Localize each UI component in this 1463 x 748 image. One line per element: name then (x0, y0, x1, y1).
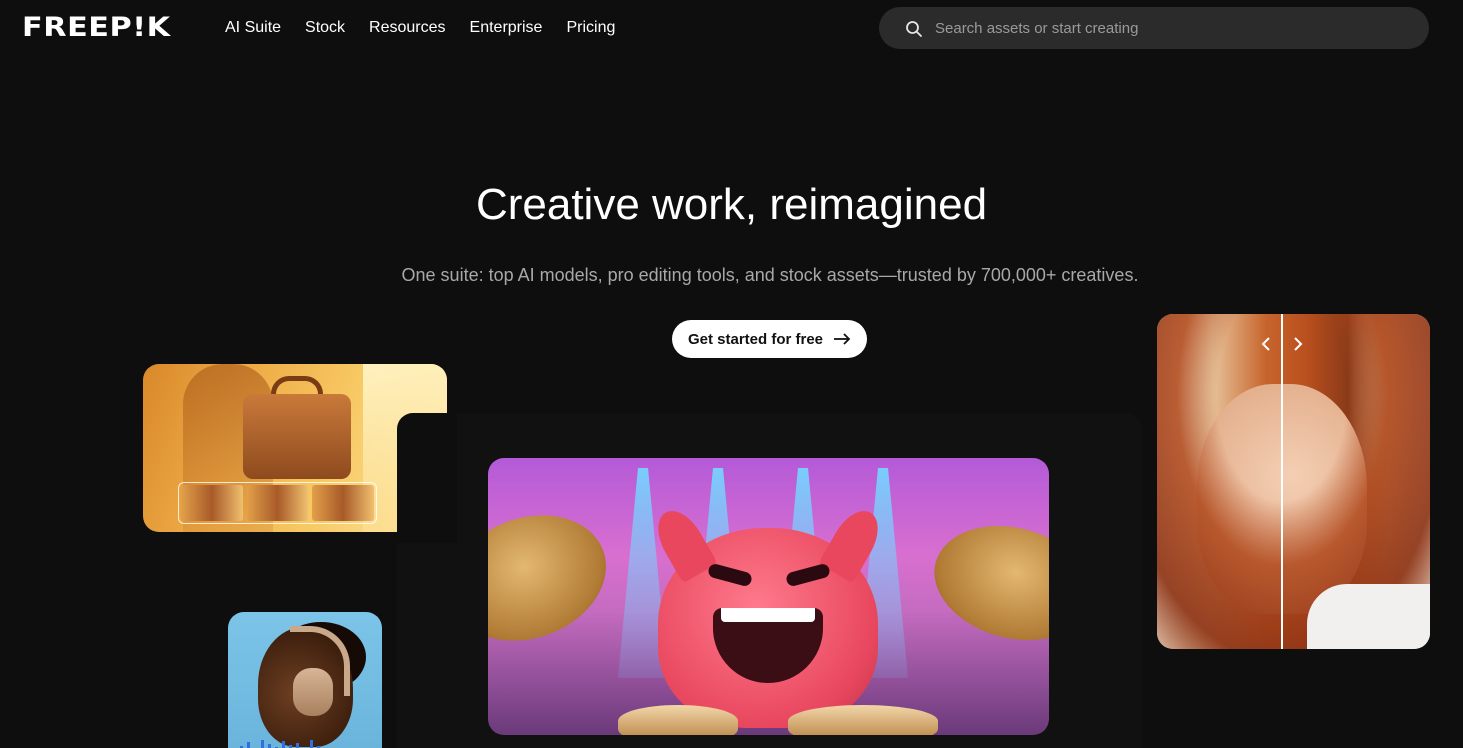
search-input[interactable] (935, 7, 1405, 49)
headphones-icon (293, 668, 333, 716)
nav-stock[interactable]: Stock (305, 18, 345, 38)
nav-enterprise[interactable]: Enterprise (470, 18, 543, 38)
chevron-left-icon[interactable] (1259, 336, 1273, 352)
arrow-right-icon (834, 333, 851, 345)
white-shirt (1307, 584, 1430, 649)
top-header: FREEP!K AI Suite Stock Resources Enterpr… (0, 0, 1463, 56)
waveform-bar (261, 740, 264, 748)
waveform-bar (247, 742, 250, 748)
chevron-right-icon[interactable] (1291, 336, 1305, 352)
waveform-bar (282, 741, 285, 748)
nav-pricing[interactable]: Pricing (566, 18, 615, 38)
drum (788, 705, 938, 735)
cymbal-left (488, 494, 624, 662)
portrait-compare-card[interactable] (1157, 314, 1430, 649)
search-bar[interactable] (879, 7, 1429, 49)
hero-subtitle: One suite: top AI models, pro editing to… (401, 265, 1139, 285)
monster-mouth (713, 608, 823, 683)
variation-thumbnails (178, 482, 377, 524)
nav-ai-suite[interactable]: AI Suite (225, 18, 281, 38)
search-icon (906, 21, 922, 37)
get-started-button[interactable]: Get started for free (672, 320, 867, 358)
variation-thumbnail[interactable] (181, 485, 243, 521)
cymbal-right (921, 509, 1049, 657)
monster-brow (706, 562, 754, 588)
compare-slider-handle[interactable] (1281, 314, 1283, 649)
monster-brow (784, 562, 832, 588)
waveform-bar (296, 743, 299, 748)
headphones-audio-card[interactable] (228, 612, 382, 748)
variation-thumbnail[interactable] (246, 485, 309, 521)
waveform-bar (310, 740, 313, 748)
red-monster-character (648, 502, 888, 728)
panel-corner (397, 413, 457, 543)
drum (618, 705, 738, 735)
monster-teeth (721, 608, 815, 622)
freepik-logo[interactable]: FREEP!K (22, 14, 171, 42)
monster-drummer-card[interactable] (488, 458, 1049, 735)
leather-bag-image (243, 394, 351, 479)
hero-title: Creative work, reimagined (475, 180, 988, 229)
get-started-label: Get started for free (687, 330, 824, 348)
audio-waveform (240, 740, 380, 748)
variation-thumbnail[interactable] (312, 485, 375, 521)
nav-resources[interactable]: Resources (369, 18, 445, 38)
main-nav: AI Suite Stock Resources Enterprise Pric… (225, 18, 639, 38)
waveform-bar (268, 744, 271, 748)
